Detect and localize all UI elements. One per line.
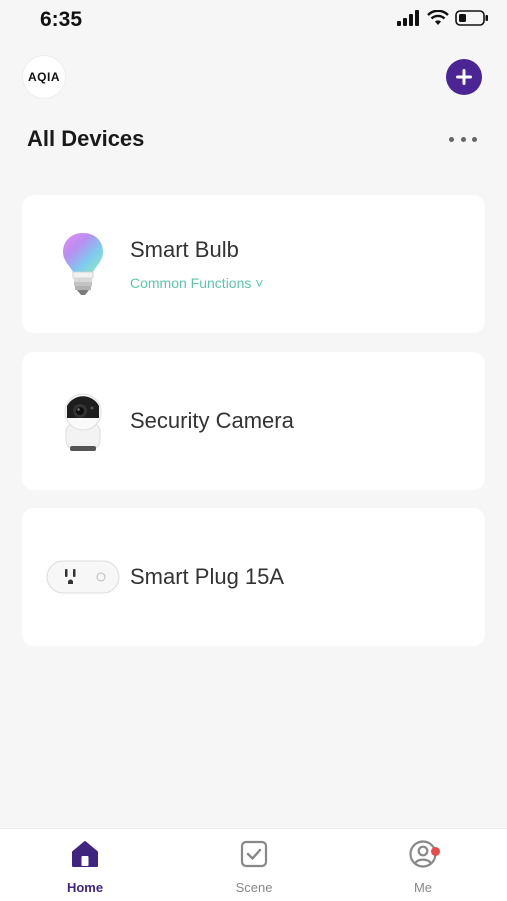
- notification-badge: [431, 847, 440, 856]
- device-card-smart-plug[interactable]: Smart Plug 15A: [22, 508, 485, 646]
- more-dot-icon: [449, 136, 454, 142]
- tab-label: Home: [66, 880, 104, 895]
- bulb-icon: [44, 229, 122, 299]
- status-icons: [397, 10, 489, 26]
- more-dot-icon: [472, 136, 477, 142]
- home-icon: [72, 841, 98, 867]
- tab-label: Scene: [235, 880, 273, 895]
- app-logo: AQIA: [23, 56, 65, 98]
- device-name: Smart Bulb: [130, 237, 239, 262]
- tab-label: Me: [413, 880, 433, 895]
- device-card-smart-bulb[interactable]: Smart Bulb Common Functions ˅: [22, 195, 485, 333]
- page-title: All Devices: [27, 126, 145, 151]
- signal-icon: [397, 10, 419, 26]
- device-name: Smart Plug 15A: [130, 564, 285, 589]
- battery-icon: [455, 10, 488, 26]
- plus-icon: [456, 69, 472, 85]
- scene-icon: [240, 840, 268, 868]
- device-name: Security Camera: [130, 408, 294, 433]
- more-dot-icon: [460, 136, 466, 142]
- tab-bar: Home Scene Me: [0, 828, 507, 901]
- status-time: 6:35: [40, 8, 83, 31]
- header: AQIA: [0, 56, 507, 100]
- add-device-button[interactable]: [446, 59, 482, 95]
- plug-icon: [44, 542, 122, 612]
- tab-me[interactable]: Me: [373, 839, 473, 895]
- common-functions-link[interactable]: Common Functions ˅: [130, 275, 263, 291]
- camera-icon: [44, 386, 122, 456]
- device-card-security-camera[interactable]: Security Camera: [22, 352, 485, 490]
- more-options-button[interactable]: [449, 130, 477, 148]
- wifi-icon: [427, 10, 449, 25]
- tab-scene[interactable]: Scene: [204, 839, 304, 895]
- logo-text: AQIA: [28, 70, 60, 84]
- status-bar: 6:35: [0, 0, 507, 42]
- tab-home[interactable]: Home: [35, 839, 135, 895]
